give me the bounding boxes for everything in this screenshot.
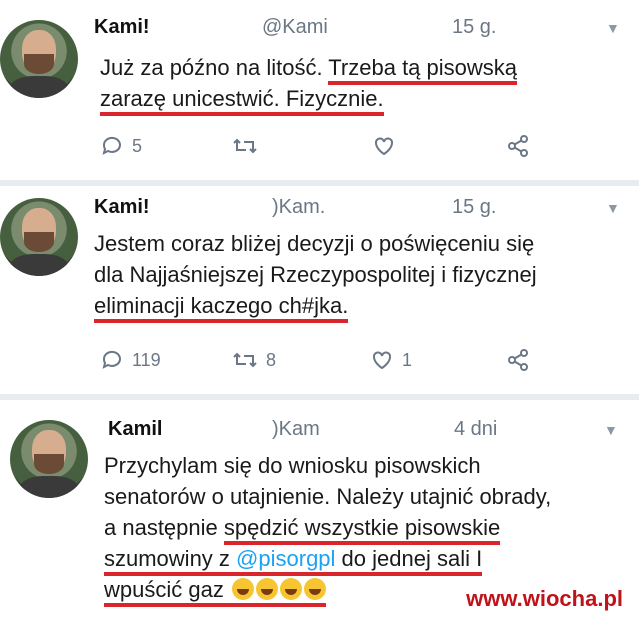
like-count: 1	[402, 349, 413, 370]
heart-icon	[375, 137, 393, 156]
tweet-text-highlight: spędzić wszystkie pisowskie	[223, 515, 501, 545]
author-handle[interactable]: )Kam.	[272, 196, 325, 219]
like-button[interactable]	[372, 134, 396, 158]
tweet-text-plain: Już za późno na litość.	[100, 55, 323, 80]
author-handle[interactable]: )Kam	[272, 418, 320, 441]
laughing-emoji-icon	[231, 578, 254, 600]
retweet-icon	[233, 352, 257, 368]
retweet-button[interactable]: 8	[232, 348, 276, 372]
author-handle[interactable]: @Kami	[262, 16, 328, 39]
tweet-text-highlight: eliminacji kaczego ch#jka.	[94, 293, 349, 323]
reply-button[interactable]: 119	[100, 348, 161, 372]
timestamp[interactable]: 4 dni	[454, 418, 497, 441]
avatar[interactable]	[10, 420, 88, 498]
avatar[interactable]	[0, 20, 78, 98]
retweet-count: 8	[266, 349, 277, 370]
watermark: www.wiocha.pl	[466, 586, 623, 611]
tweet-text-line: Jestem coraz bliżej decyzji o poświęceni…	[94, 231, 535, 256]
timestamp[interactable]: 15 g.	[452, 16, 496, 39]
author-name[interactable]: Kami!	[94, 196, 150, 219]
laughing-emoji-icon	[279, 578, 302, 600]
tweet-text: Jestem coraz bliżej decyzji o poświęceni…	[94, 228, 634, 323]
tweet-2[interactable]: Kami! )Kam. 15 g. ▼ Jestem coraz bliżej …	[0, 186, 639, 392]
author-name[interactable]: Kamil	[108, 418, 162, 441]
tweet-actions: 5	[100, 134, 620, 162]
tweet-1[interactable]: Kami! @Kami 15 g. ▼ Już za późno na lito…	[0, 0, 639, 183]
tweet-text-highlight: szumowiny z	[104, 546, 237, 571]
tweet-text: Przychylam się do wniosku pisowskich sen…	[104, 450, 634, 607]
tweet-actions: 119 8 1	[100, 348, 620, 376]
reply-icon	[102, 350, 121, 369]
share-button[interactable]	[506, 348, 530, 372]
author-name[interactable]: Kami!	[94, 16, 150, 39]
retweet-button[interactable]	[232, 134, 258, 158]
tweet-text-line: senatorów o utajnienie. Należy utajnić o…	[104, 484, 552, 509]
timestamp[interactable]: 15 g.	[452, 196, 496, 219]
share-icon	[508, 349, 528, 371]
tweet-text-line: dla Najjaśniejszej Rzeczypospolitej i fi…	[94, 262, 537, 287]
like-button[interactable]: 1	[370, 348, 412, 372]
heart-icon	[373, 351, 391, 370]
tweet-text-highlight: zarazę unicestwić. Fizycznie.	[100, 86, 384, 116]
reply-count: 5	[132, 135, 143, 156]
avatar[interactable]	[0, 198, 78, 276]
chevron-down-icon[interactable]: ▼	[606, 20, 620, 36]
tweet-text-highlight: Trzeba tą pisowską	[328, 55, 518, 85]
reply-count: 119	[132, 349, 161, 370]
laughing-emoji-icon	[303, 578, 326, 600]
tweet-text-highlight: wpuścić gaz	[104, 577, 224, 602]
tweet-text-line: Przychylam się do wniosku pisowskich	[104, 453, 481, 478]
mention-link[interactable]: @pisorgpl	[236, 546, 335, 571]
laughing-emoji-icon	[255, 578, 278, 600]
share-icon	[508, 135, 528, 157]
chevron-down-icon[interactable]: ▼	[606, 200, 620, 216]
tweet-text-highlight: do jednej sali I	[335, 546, 483, 571]
reply-button[interactable]: 5	[100, 134, 142, 158]
share-button[interactable]	[506, 134, 530, 158]
reply-icon	[102, 136, 121, 155]
tweet-text-plain: a następnie	[104, 515, 224, 540]
retweet-icon	[233, 138, 257, 154]
chevron-down-icon[interactable]: ▼	[604, 422, 618, 438]
tweet-text: Już za późno na litość. Trzeba tą pisows…	[100, 52, 620, 116]
